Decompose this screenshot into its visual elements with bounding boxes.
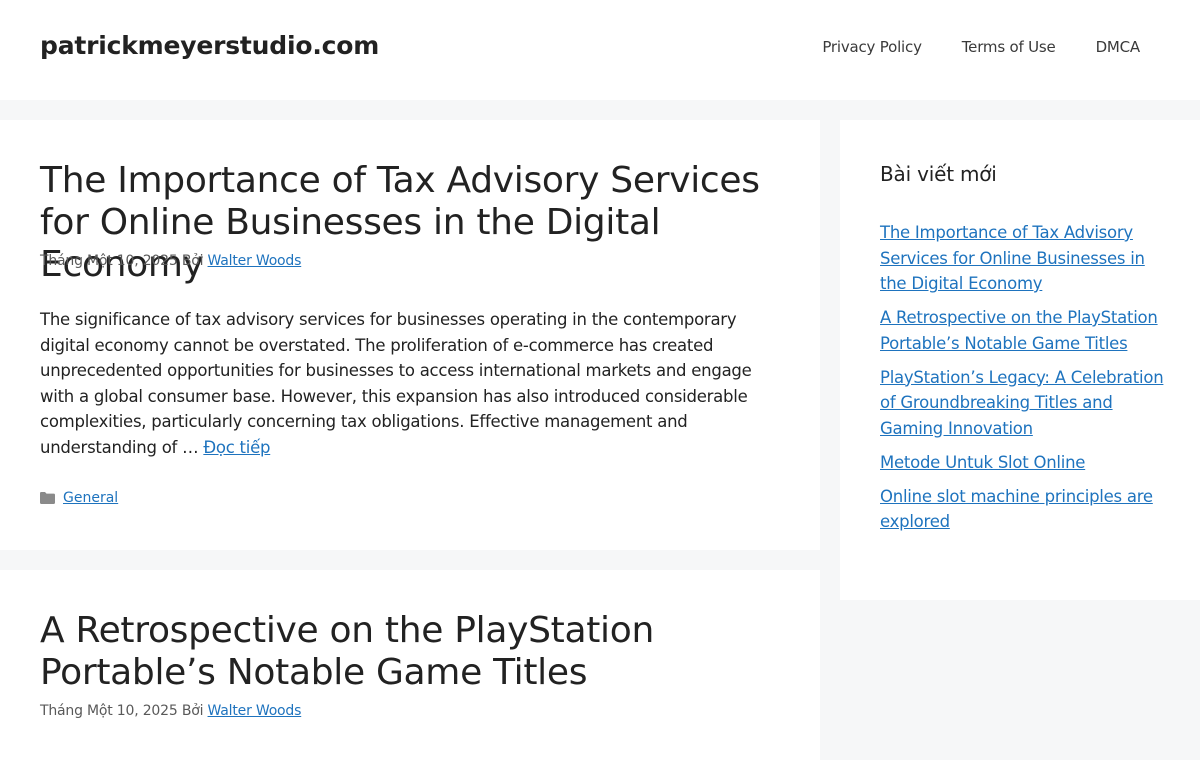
folder-icon xyxy=(40,492,55,504)
recent-post-link[interactable]: PlayStation’s Legacy: A Celebration of G… xyxy=(880,368,1164,438)
post-date: Tháng Một 10, 2025 xyxy=(40,253,178,269)
recent-posts-list: The Importance of Tax Advisory Services … xyxy=(880,220,1165,543)
recent-post-link[interactable]: A Retrospective on the PlayStation Porta… xyxy=(880,308,1158,353)
list-item: Online slot machine principles are explo… xyxy=(880,484,1165,535)
nav-dmca[interactable]: DMCA xyxy=(1096,38,1141,56)
post-card: The Importance of Tax Advisory Services … xyxy=(0,120,820,550)
post-categories: General xyxy=(40,490,118,506)
post-title[interactable]: A Retrospective on the PlayStation Porta… xyxy=(40,610,800,694)
post-author-link[interactable]: Walter Woods xyxy=(208,703,302,719)
post-meta: Tháng Một 10, 2025 Bởi Walter Woods xyxy=(40,703,301,719)
list-item: The Importance of Tax Advisory Services … xyxy=(880,220,1165,297)
post-date: Tháng Một 10, 2025 xyxy=(40,703,178,719)
post-card: A Retrospective on the PlayStation Porta… xyxy=(0,570,820,760)
post-by-label: Bởi xyxy=(181,253,204,269)
list-item: A Retrospective on the PlayStation Porta… xyxy=(880,305,1165,356)
post-meta: Tháng Một 10, 2025 Bởi Walter Woods xyxy=(40,253,301,269)
sidebar-recent-posts-widget: Bài viết mới The Importance of Tax Advis… xyxy=(840,120,1200,600)
list-item: PlayStation’s Legacy: A Celebration of G… xyxy=(880,365,1165,442)
recent-post-link[interactable]: Metode Untuk Slot Online xyxy=(880,453,1085,472)
site-title-link[interactable]: patrickmeyerstudio.com xyxy=(40,31,379,60)
list-item: Metode Untuk Slot Online xyxy=(880,450,1165,476)
main-navigation: Privacy Policy Terms of Use DMCA xyxy=(822,38,1140,56)
post-excerpt-text: The significance of tax advisory service… xyxy=(40,310,752,457)
post-author-link[interactable]: Walter Woods xyxy=(208,253,302,269)
nav-terms-of-use[interactable]: Terms of Use xyxy=(962,38,1056,56)
post-excerpt: The significance of tax advisory service… xyxy=(40,307,780,460)
site-header: patrickmeyerstudio.com Privacy Policy Te… xyxy=(0,0,1200,100)
recent-post-link[interactable]: Online slot machine principles are explo… xyxy=(880,487,1153,532)
widget-title: Bài viết mới xyxy=(880,162,997,186)
recent-post-link[interactable]: The Importance of Tax Advisory Services … xyxy=(880,223,1145,293)
read-more-link[interactable]: Đọc tiếp xyxy=(203,438,270,457)
category-link-general[interactable]: General xyxy=(63,490,118,506)
post-by-label: Bởi xyxy=(181,703,204,719)
nav-privacy-policy[interactable]: Privacy Policy xyxy=(822,38,922,56)
